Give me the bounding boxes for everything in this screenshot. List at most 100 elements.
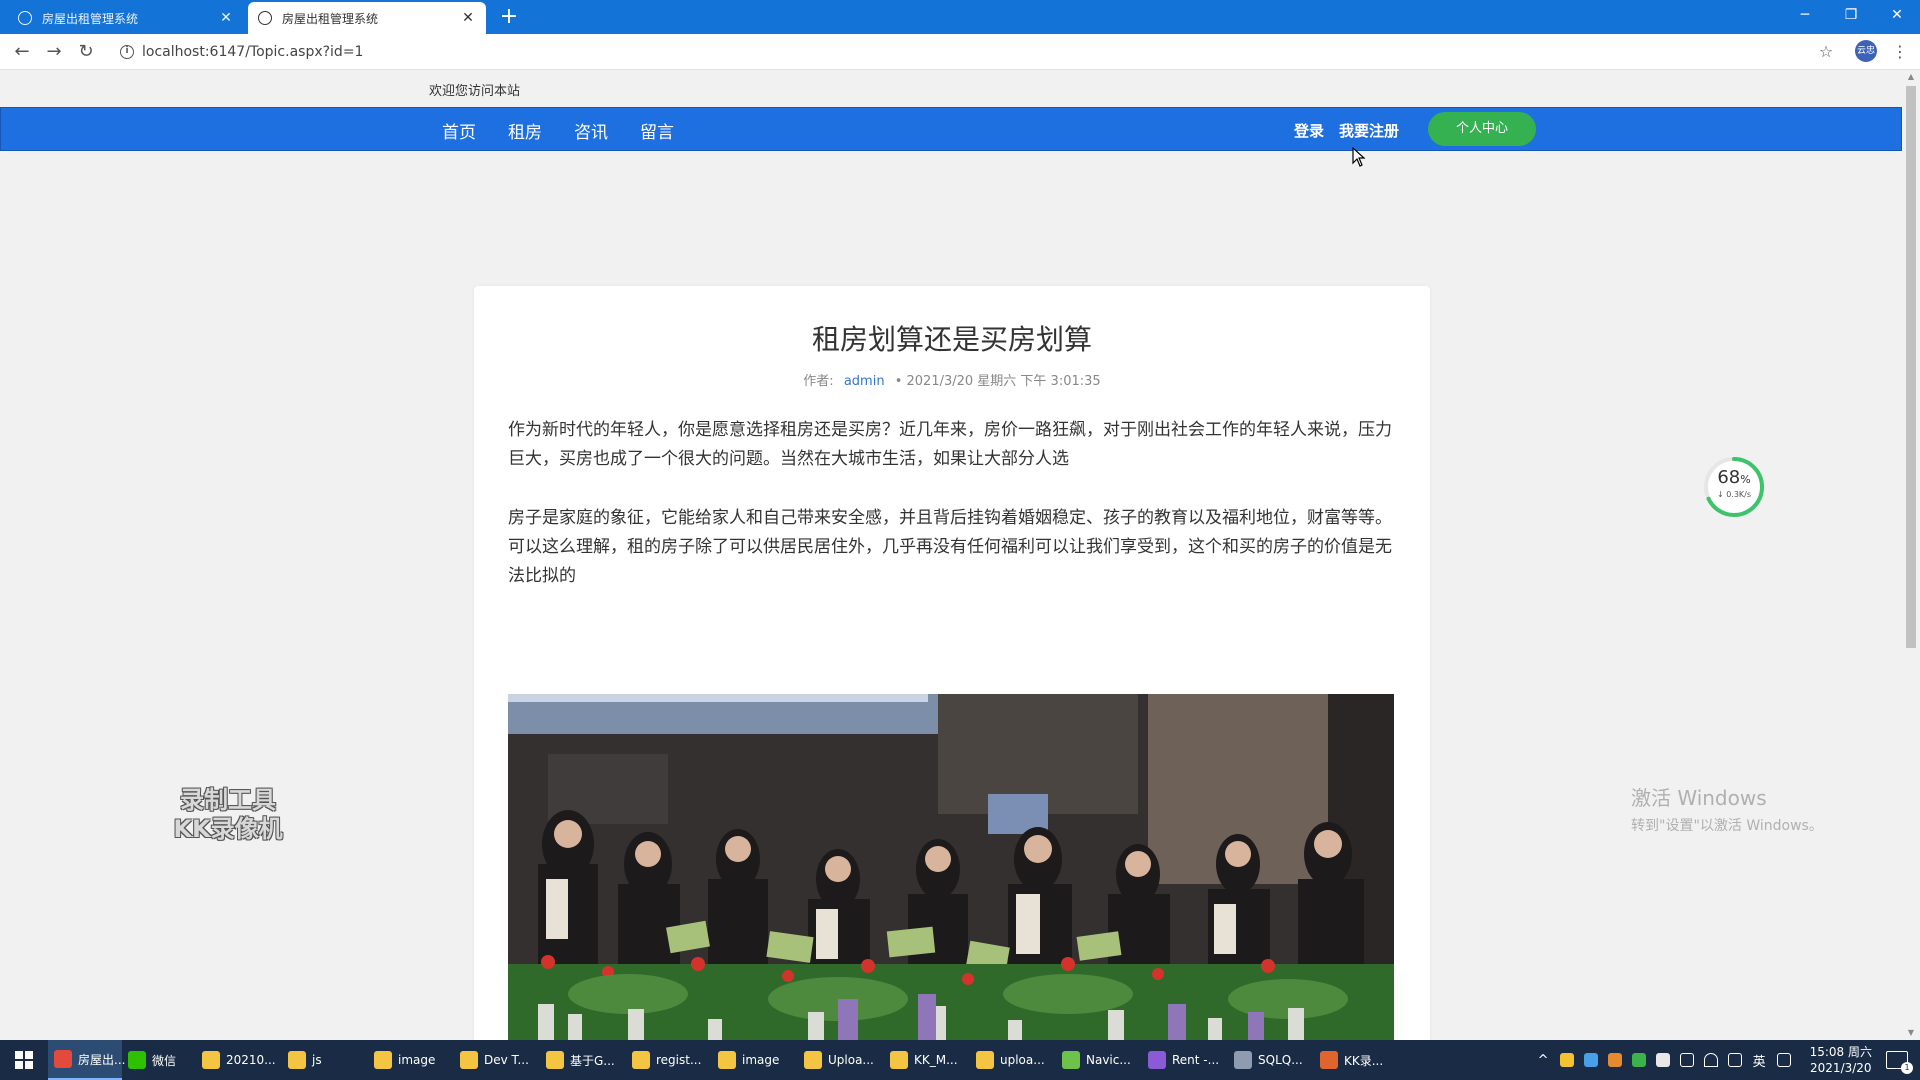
browser-toolbar: ← → ↻ i localhost:6147/Topic.aspx?id=1 ☆ [0, 34, 1920, 70]
wechat-tray-icon[interactable] [1655, 1053, 1670, 1067]
taskbar-item[interactable]: uploa... [970, 1040, 1056, 1080]
back-icon[interactable]: ← [10, 40, 34, 64]
watermark-line: 录制工具 [180, 786, 276, 814]
web-page: 欢迎您访问本站 首页 租房 咨讯 留言 登录 我要注册 个人中心 租房划算还是买… [0, 70, 1902, 1040]
nav-home[interactable]: 首页 [442, 118, 476, 143]
folder-icon [288, 1051, 306, 1069]
profile-avatar[interactable]: 云忠 [1855, 40, 1877, 62]
taskbar-item-label: Navic... [1086, 1053, 1131, 1067]
user-center-button[interactable]: 个人中心 [1428, 112, 1536, 146]
url-text[interactable]: localhost:6147/Topic.aspx?id=1 [142, 44, 363, 60]
article-paragraph: 作为新时代的年轻人，你是愿意选择租房还是买房？近几年来，房价一路狂飙，对于刚出社… [508, 420, 1392, 469]
taskbar-item[interactable]: 微信 [122, 1040, 196, 1080]
browser-menu-icon[interactable]: ⋮ [1892, 40, 1908, 64]
taskbar-item-label: Uploa... [828, 1053, 874, 1067]
article-card: 租房划算还是买房划算 作者: admin • 2021/3/20 星期六 下午 … [474, 286, 1430, 1040]
clock[interactable]: 15:08 周六 2021/3/20 [1810, 1044, 1872, 1076]
taskbar-item[interactable]: KK_M... [884, 1040, 970, 1080]
tray-expand-icon[interactable]: ^ [1538, 1053, 1549, 1068]
tab-inactive[interactable]: 房屋出租管理系统 ✕ [8, 2, 244, 34]
restore-button[interactable]: ❐ [1828, 0, 1874, 30]
tray-app-icon[interactable] [1559, 1053, 1574, 1067]
login-link[interactable]: 登录 [1294, 120, 1324, 141]
nav-news[interactable]: 咨讯 [574, 118, 608, 143]
tab-close-icon[interactable]: ✕ [460, 10, 476, 26]
author-link[interactable]: admin [844, 374, 885, 389]
taskbar-item-label: js [312, 1053, 322, 1067]
scroll-down-icon[interactable]: ▼ [1902, 1026, 1920, 1040]
folder-icon [804, 1051, 822, 1069]
taskbar-item-label: image [742, 1053, 780, 1067]
article-meta: 作者: admin • 2021/3/20 星期六 下午 3:01:35 [474, 370, 1430, 389]
globe-icon [258, 11, 272, 25]
kk-recorder-icon [1320, 1051, 1338, 1069]
taskbar-item[interactable]: 房屋出... [48, 1040, 126, 1080]
address-bar[interactable]: i localhost:6147/Topic.aspx?id=1 [108, 40, 1848, 64]
volume-icon[interactable] [1727, 1053, 1742, 1067]
clock-date: 2021/3/20 [1810, 1061, 1872, 1075]
taskbar-item[interactable]: Rent -... [1142, 1040, 1228, 1080]
wifi-icon[interactable] [1703, 1053, 1718, 1067]
tab-active[interactable]: 房屋出租管理系统 ✕ [248, 2, 486, 34]
taskbar-item-label: regist... [656, 1053, 702, 1067]
minimize-button[interactable]: ─ [1782, 0, 1828, 30]
taskbar-item[interactable]: Uploa... [798, 1040, 884, 1080]
taskbar-item[interactable]: Navic... [1056, 1040, 1142, 1080]
start-button[interactable] [0, 1040, 48, 1080]
scroll-up-icon[interactable]: ▲ [1902, 70, 1920, 84]
folder-icon [374, 1051, 392, 1069]
windows-taskbar: 房屋出... 微信 20210... js image Dev T... 基于G... reg… [0, 1040, 1920, 1080]
taskbar-item[interactable]: image [368, 1040, 454, 1080]
speed-rate: ↓ 0.3K/s [1716, 490, 1752, 499]
taskbar-item[interactable]: regist... [626, 1040, 712, 1080]
bookmark-star-icon[interactable]: ☆ [1814, 40, 1838, 64]
taskbar-item[interactable]: SQLQ... [1228, 1040, 1314, 1080]
activate-subtitle: 转到"设置"以激活 Windows。 [1631, 818, 1823, 834]
close-window-button[interactable]: ✕ [1874, 0, 1920, 30]
folder-icon [890, 1051, 908, 1069]
taskbar-item-label: 房屋出... [78, 1052, 126, 1067]
scroll-thumb[interactable] [1906, 86, 1916, 648]
activate-windows-notice: 激活 Windows 转到"设置"以激活 Windows。 [1631, 782, 1823, 835]
ime-indicator[interactable]: 英 [1753, 1051, 1766, 1070]
forward-icon[interactable]: → [42, 40, 66, 64]
taskbar-item[interactable]: 20210... [196, 1040, 282, 1080]
reload-icon[interactable]: ↻ [74, 40, 98, 64]
battery-icon[interactable] [1679, 1053, 1694, 1067]
clock-time: 15:08 周六 [1809, 1045, 1872, 1059]
register-link[interactable]: 我要注册 [1339, 120, 1399, 141]
nav-message[interactable]: 留言 [640, 118, 674, 143]
tray-app-icon[interactable] [1607, 1053, 1622, 1067]
keyboard-icon[interactable] [1776, 1053, 1791, 1067]
publish-date: • 2021/3/20 星期六 下午 3:01:35 [894, 374, 1101, 389]
taskbar-item[interactable]: 基于G... [540, 1040, 626, 1080]
taskbar-item[interactable]: image [712, 1040, 798, 1080]
author-label: 作者: [803, 374, 834, 389]
taskbar-item-label: 微信 [152, 1053, 177, 1068]
tray-app-icon[interactable] [1583, 1053, 1598, 1067]
folder-icon [460, 1051, 478, 1069]
info-icon[interactable]: i [120, 45, 134, 59]
system-tray: ^ 英 15:08 周六 2021/3/20 1 [1532, 1040, 1920, 1080]
nav-rent[interactable]: 租房 [508, 118, 542, 143]
tray-app-icon[interactable] [1631, 1053, 1646, 1067]
tab-title: 房屋出租管理系统 [42, 11, 139, 26]
folder-icon [718, 1051, 736, 1069]
notification-center-icon[interactable]: 1 [1886, 1051, 1913, 1074]
tab-title: 房屋出租管理系统 [282, 11, 379, 26]
taskbar-item[interactable]: Dev T... [454, 1040, 540, 1080]
taskbar-item-label: KK_M... [914, 1053, 958, 1067]
mouse-cursor-icon [1352, 147, 1366, 167]
network-speed-text: 68% ↓ 0.3K/s [1703, 468, 1765, 500]
tab-close-icon[interactable]: ✕ [218, 10, 234, 26]
taskbar-item[interactable]: js [282, 1040, 368, 1080]
taskbar-item[interactable]: KK录... [1314, 1040, 1400, 1080]
site-navbar: 首页 租房 咨讯 留言 登录 我要注册 个人中心 [0, 107, 1902, 151]
taskbar-item-label: 20210... [226, 1053, 276, 1067]
page-scrollbar[interactable]: ▲ ▼ [1902, 70, 1920, 1040]
windows-logo-icon [15, 1051, 33, 1069]
new-tab-button[interactable]: + [496, 4, 522, 30]
crowd-photo-illustration [508, 694, 1394, 1040]
taskbar-apps: 房屋出... 微信 20210... js image Dev T... 基于G... reg… [48, 1040, 1400, 1080]
wechat-icon [128, 1051, 146, 1069]
